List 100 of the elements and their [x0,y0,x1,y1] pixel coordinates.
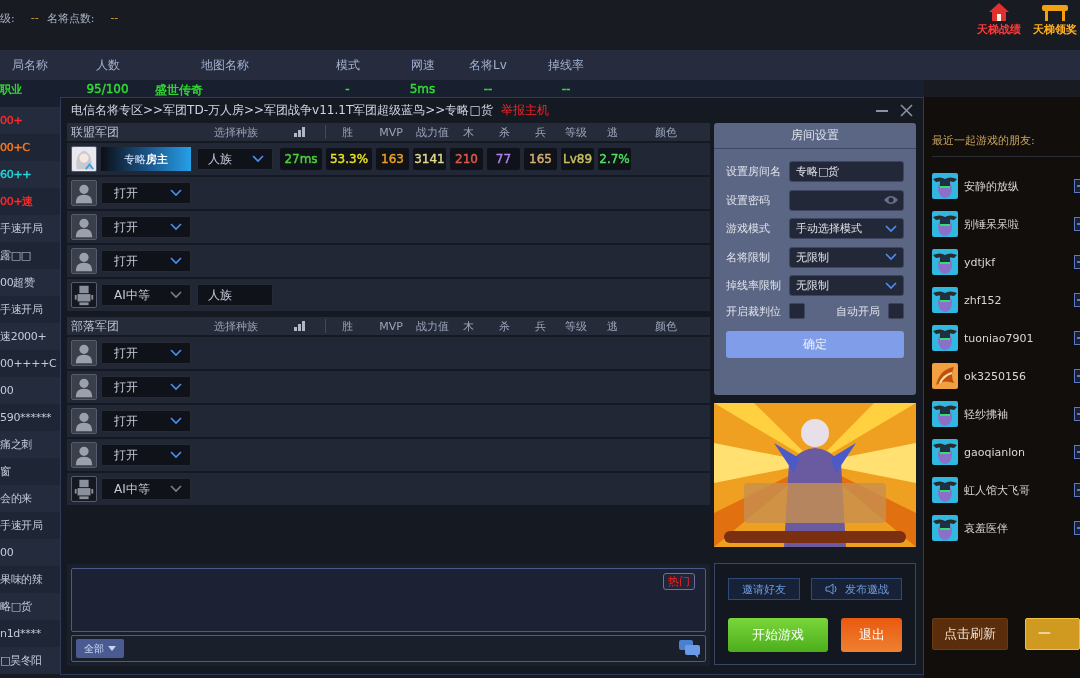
table-cell-text: -- [560,82,572,96]
select-field[interactable]: 无限制 [789,275,904,296]
avatar-icon [71,146,97,172]
friend-name: 安静的放纵 [964,178,1020,194]
column-header: 人数 [94,56,121,74]
hot-tag[interactable]: 热门 [663,573,695,590]
table-cell-text: 00++++C [0,357,58,370]
person-icon [71,214,97,240]
slot-dropdown[interactable]: 打开 [101,182,191,204]
eye-icon[interactable] [883,194,899,205]
panel-button[interactable]: 点击刷新 [932,618,1009,650]
channel-dropdown[interactable]: 全部 [76,639,124,658]
chevron-down-icon [170,257,182,265]
slot-dropdown[interactable]: AI中等 [101,478,191,500]
table-cell-text: 露□□ [0,248,32,263]
house-icon [988,2,1010,22]
field-label: 名将限制 [726,249,770,265]
slot-dropdown[interactable]: AI中等 [101,284,191,306]
column-header: 兵 [533,318,547,334]
stat-value: 163 [381,152,404,166]
horned-avatar-icon [932,515,958,541]
field-label: 游戏模式 [726,221,770,236]
stat-value: 77 [495,152,512,166]
table-cell-text: 窗 [0,464,12,479]
signal-icon [294,127,306,137]
chevron-down-icon [170,383,182,391]
table-cell-text: - [344,82,351,96]
chat-input[interactable]: 全部 [71,635,706,662]
column-header: 胜 [340,124,354,140]
horned-avatar-icon [932,439,958,465]
chevron-down-icon [885,253,897,261]
chevron-down-icon [170,223,182,231]
table-cell-text: 略□货 [0,599,33,614]
table-cell-text: 会的来 [0,491,34,506]
table-cell-text: 590****** [0,411,53,424]
race-field: 人族 [197,284,273,306]
chevron-down-icon [885,281,897,290]
report-link[interactable]: 举报主机 [500,102,549,119]
horned-avatar-icon [932,173,958,199]
stat-value: -- [110,11,119,26]
column-header: 等级 [564,318,588,334]
close-icon[interactable] [900,104,913,117]
stat-label: 级: [0,11,15,26]
column-header: MVP [378,125,404,139]
shortcut-button[interactable]: 天梯战绩 [974,2,1024,37]
column-header: 掉线率 [547,56,585,74]
shortcut-button[interactable]: 天梯领奖 [1030,2,1080,37]
column-header: 逃 [605,124,619,140]
speaker-icon [824,583,839,595]
dragon-avatar-icon [932,363,958,389]
race-dropdown[interactable]: 人族 [197,148,273,170]
chevron-down-icon [170,349,182,357]
friend-name: ok3250156 [964,369,1028,383]
stat-label: 名将点数: [46,11,95,26]
column-header: 颜色 [654,124,678,140]
column-header: 等级 [564,124,588,140]
field-label: 掉线率限制 [726,278,781,293]
column-header: MVP [378,319,404,333]
table-cell-text: 95/100 [85,82,130,96]
horned-avatar-icon [932,211,958,237]
select-field[interactable]: 无限制 [789,246,904,268]
panel-title: 房间设置 [714,123,916,149]
friend-name: 哀羞医伴 [964,520,1009,536]
slot-dropdown[interactable]: 打开 [101,216,191,238]
password-field[interactable] [789,189,904,211]
slot-dropdown[interactable]: 打开 [101,250,191,272]
slot-dropdown[interactable]: 打开 [101,342,191,364]
table-cell-text: 00超赞 [0,275,36,290]
person-icon [71,374,97,400]
player-name: 专略 [124,151,146,167]
checkbox[interactable] [789,303,805,319]
chevron-down-icon [170,485,182,493]
column-header: 模式 [334,56,361,74]
column-header: 战力值 [414,124,450,140]
table-cell-text: n1d**** [0,627,42,640]
friend-name: 别锤呆呆啦 [964,216,1020,232]
stat-value: 2.7% [599,152,630,166]
table-cell-text: 00 [0,546,15,559]
invite-button[interactable]: 邀请好友 [728,578,800,600]
select-field[interactable]: 手动选择模式 [789,218,904,239]
chat-icon[interactable] [679,639,701,658]
table-cell-text: 00+ [0,114,24,127]
chevron-down-icon [170,291,182,299]
chevron-down-icon [170,417,182,425]
signal-icon [294,321,306,331]
stat-value: 165 [529,152,552,166]
person-icon [71,408,97,434]
window-title: 电信名将专区>>军团TD-万人房>>军团战争v11.1T军团超级蓝鸟>>专略□货 [71,102,493,119]
column-header: 名将Lv [468,56,508,74]
team-title: 联盟军团 [70,123,120,141]
slot-dropdown[interactable]: 打开 [101,376,191,398]
chevron-down-icon [885,224,897,233]
slot-dropdown[interactable]: 打开 [101,444,191,466]
person-icon [71,442,97,468]
input-field[interactable]: 专略□货 [789,161,904,182]
slot-dropdown[interactable]: 打开 [101,410,191,432]
checkbox[interactable] [888,303,904,319]
stat-value: 210 [455,152,478,166]
friend-name: tuoniao7901 [964,331,1035,345]
challenge-button[interactable]: 发布邀战 [811,578,902,600]
